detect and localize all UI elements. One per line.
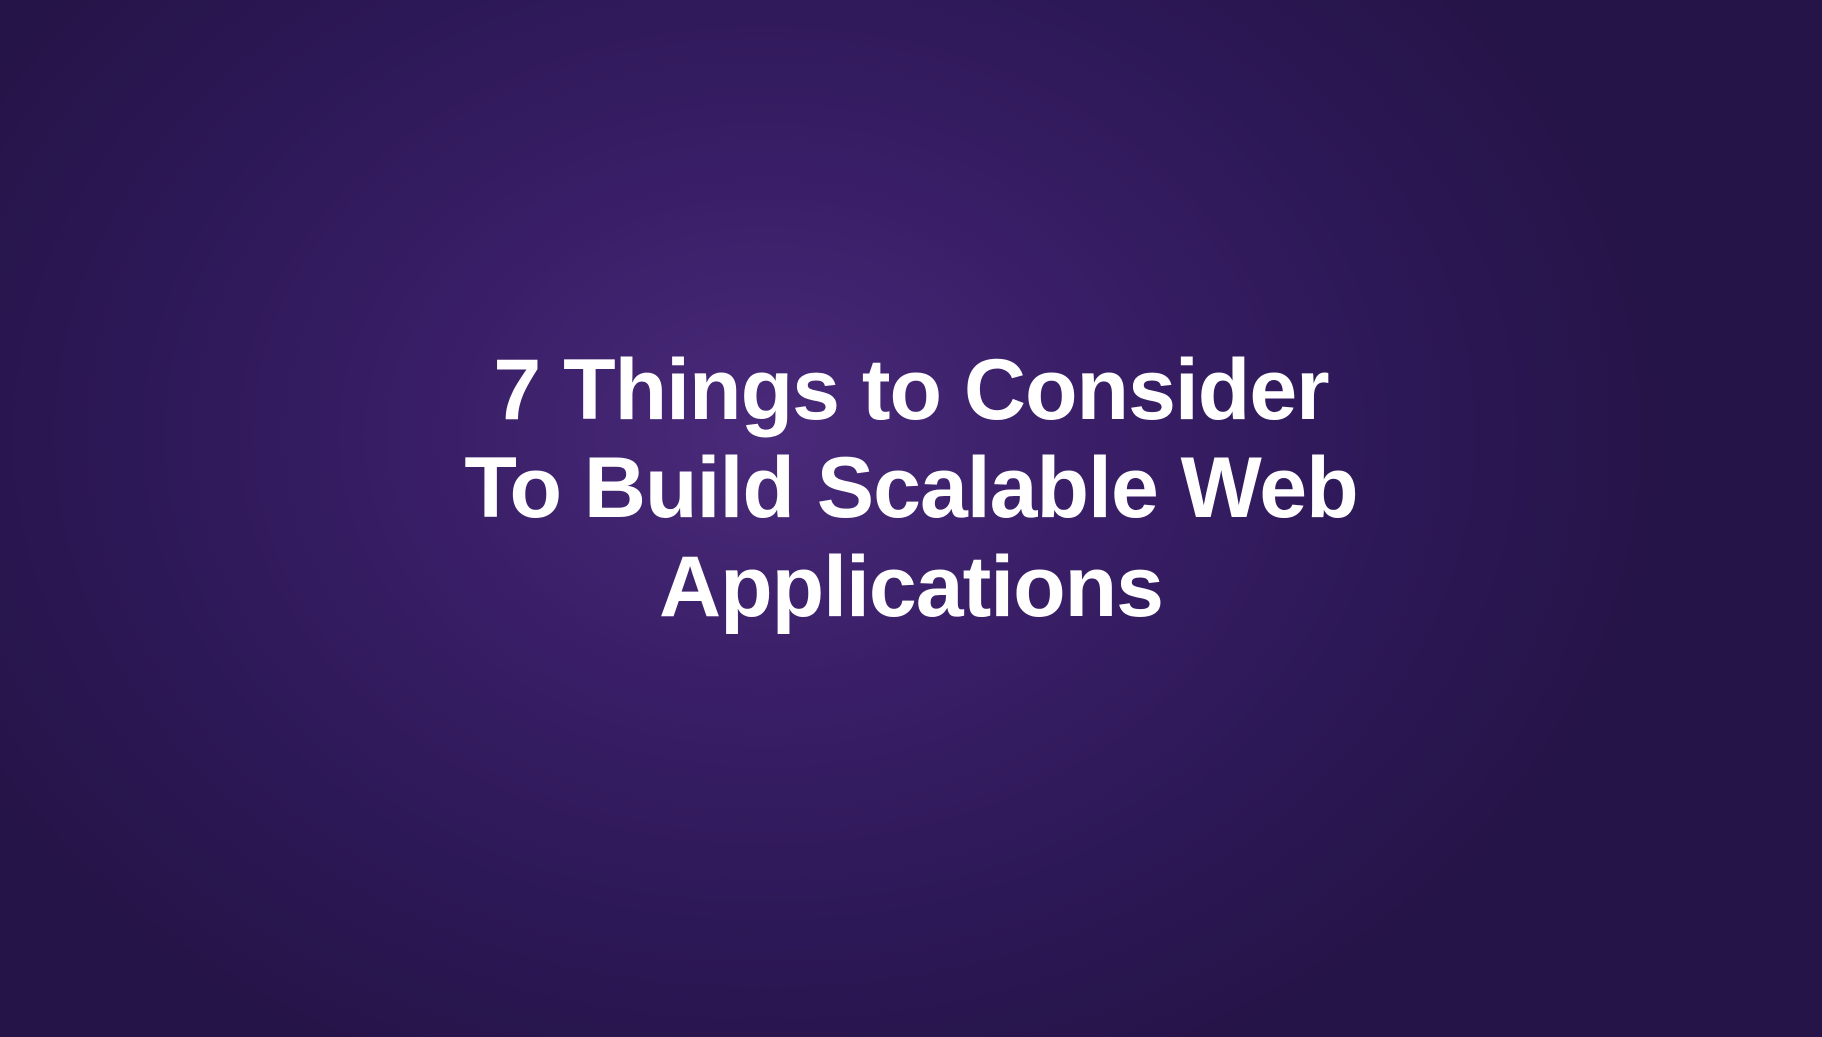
title-line-1: 7 Things to Consider <box>464 341 1357 439</box>
title-line-3: Applications <box>464 538 1357 636</box>
title-line-2: To Build Scalable Web <box>464 439 1357 537</box>
title-container: 7 Things to Consider To Build Scalable W… <box>464 341 1357 635</box>
